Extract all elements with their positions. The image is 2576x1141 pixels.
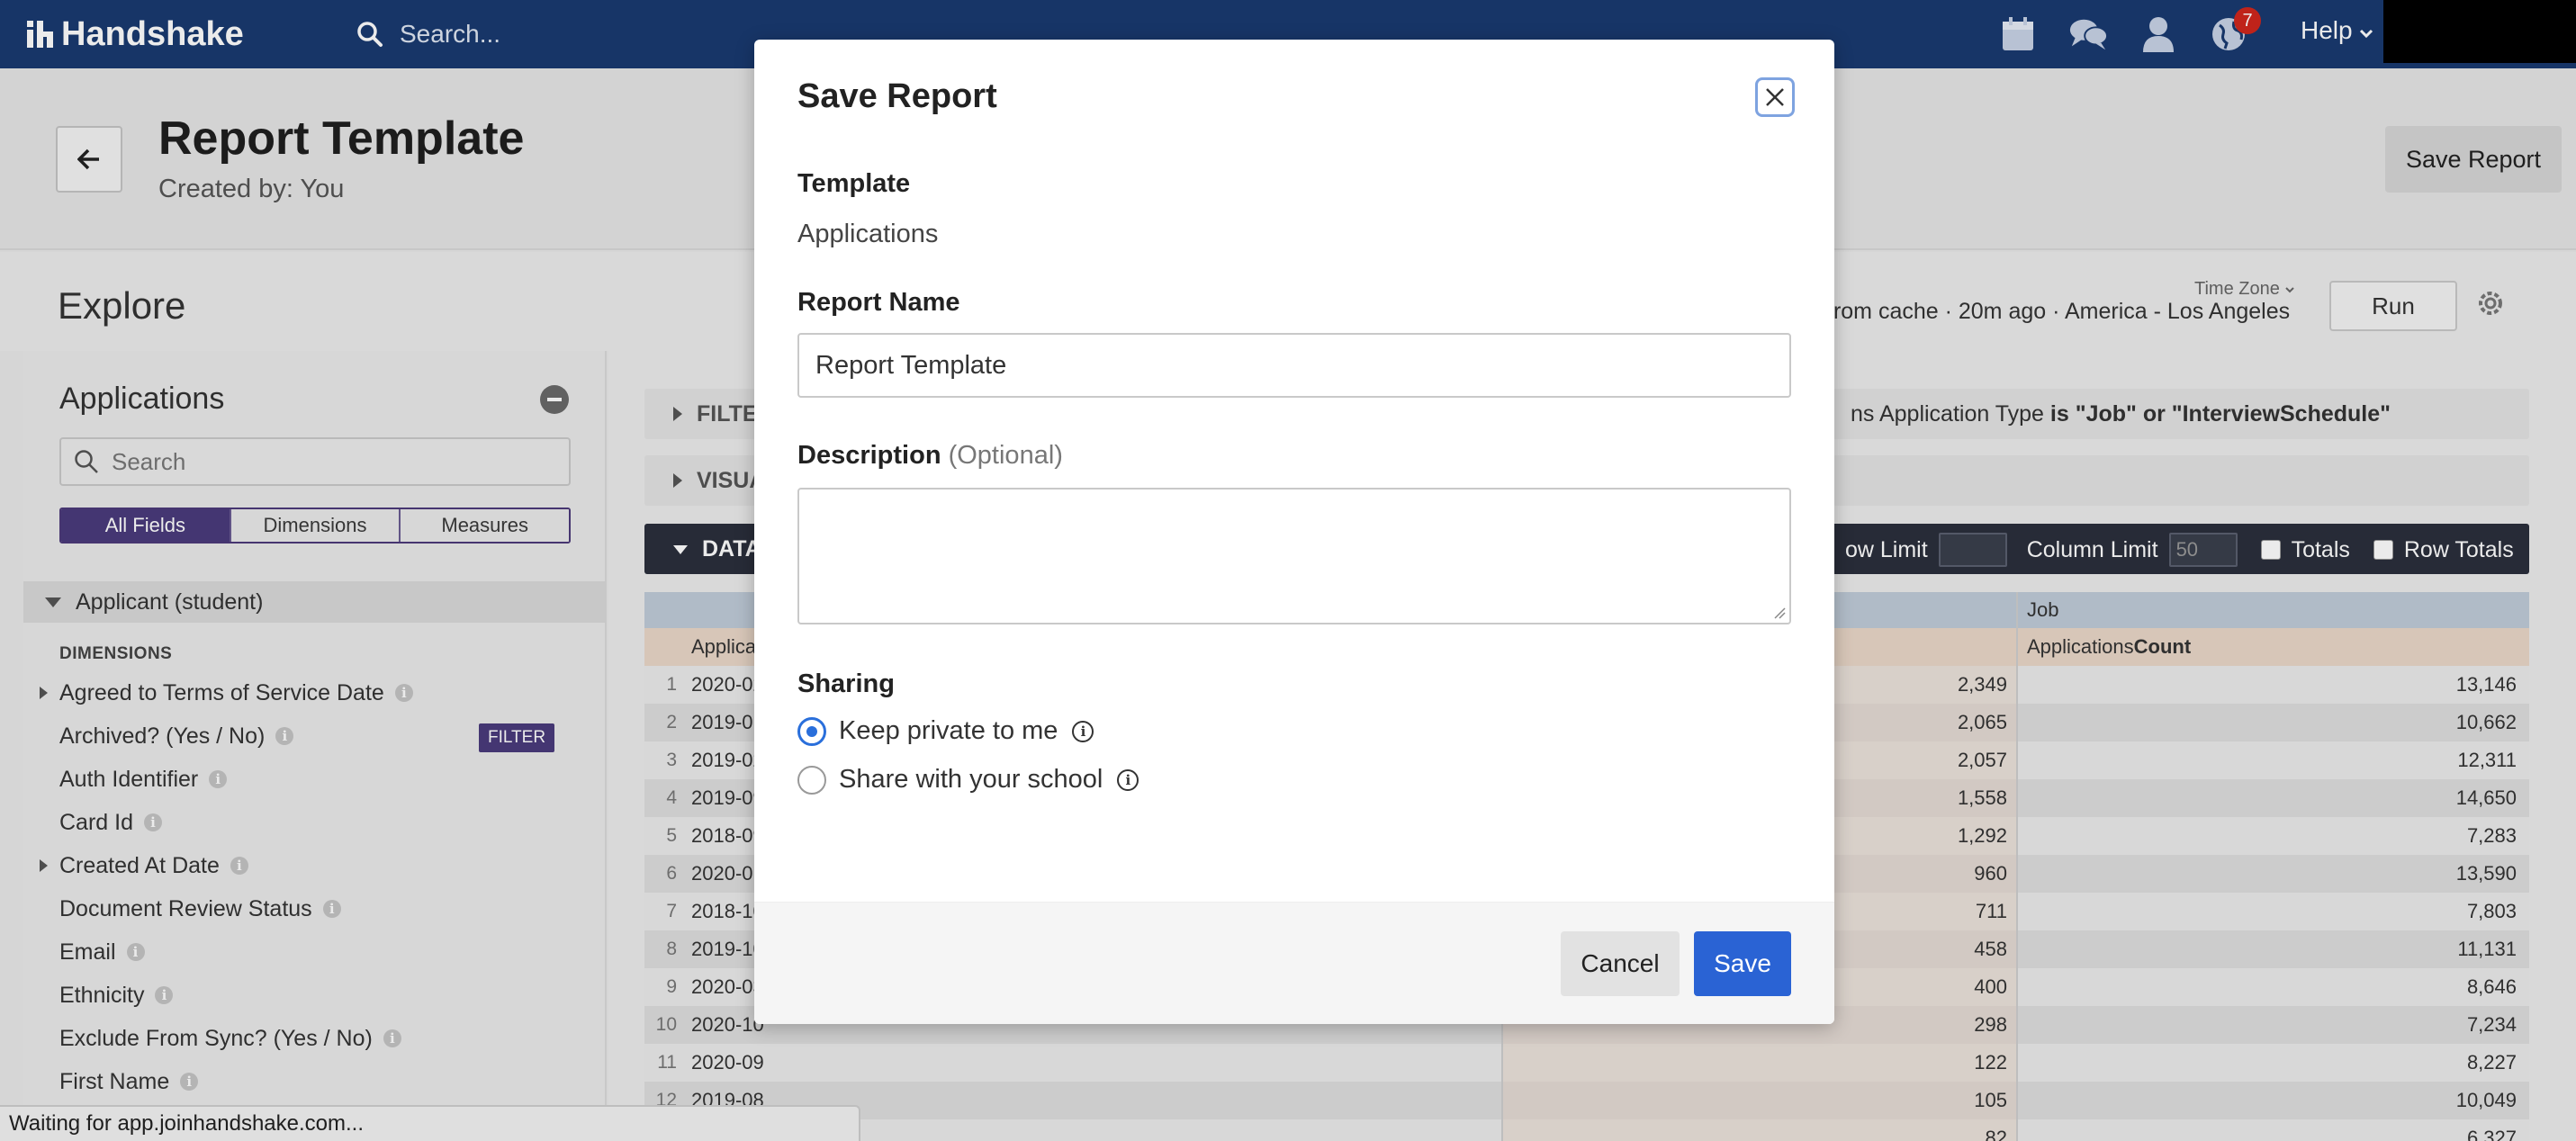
close-button[interactable] — [1755, 77, 1795, 117]
save-report-dialog: Save Report Template Applications Report… — [754, 40, 1834, 1024]
description-textarea[interactable] — [797, 488, 1791, 624]
close-icon — [1764, 86, 1786, 108]
resize-grip-icon[interactable] — [1773, 606, 1786, 619]
save-button[interactable]: Save — [1694, 931, 1791, 996]
radio-school[interactable] — [797, 766, 826, 795]
dialog-title: Save Report — [797, 77, 997, 116]
report-name-input[interactable]: Report Template — [797, 333, 1791, 398]
description-optional: (Optional) — [949, 441, 1063, 470]
description-label-text: Description — [797, 441, 941, 470]
template-label: Template — [797, 169, 910, 199]
dialog-footer: Cancel Save — [754, 902, 1834, 1024]
sharing-option-school[interactable]: Share with your school i — [797, 765, 1139, 795]
radio-private[interactable] — [797, 717, 826, 746]
sharing-option-label: Share with your school — [839, 765, 1103, 795]
template-value: Applications — [797, 220, 938, 249]
info-icon[interactable]: i — [1072, 721, 1094, 742]
sharing-option-private[interactable]: Keep private to me i — [797, 716, 1094, 746]
info-icon[interactable]: i — [1117, 769, 1139, 791]
report-name-label: Report Name — [797, 288, 960, 318]
sharing-label: Sharing — [797, 669, 895, 699]
cancel-button[interactable]: Cancel — [1561, 931, 1680, 996]
description-label: Description (Optional) — [797, 441, 1063, 471]
sharing-option-label: Keep private to me — [839, 716, 1058, 746]
